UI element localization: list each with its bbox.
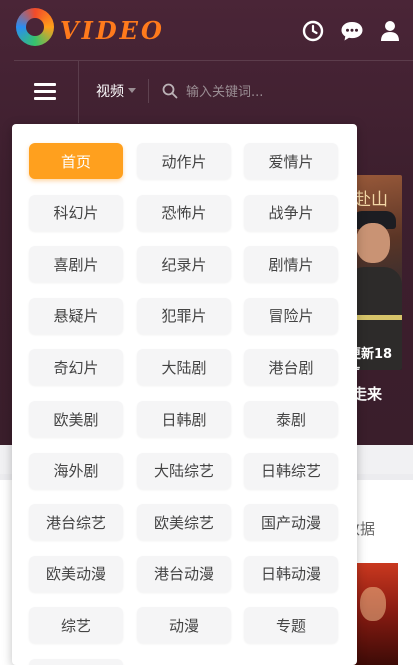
category-item[interactable]: 悬疑片 [29, 297, 123, 334]
chevron-down-icon [128, 88, 136, 93]
category-item[interactable]: 大陆综艺 [137, 452, 231, 489]
video-thumbnail[interactable] [352, 563, 398, 665]
category-item[interactable]: 港台剧 [244, 349, 338, 386]
search-icon[interactable] [162, 83, 178, 99]
category-item[interactable]: 港台综艺 [29, 504, 123, 541]
category-item[interactable]: 战争片 [244, 194, 338, 231]
category-item[interactable]: 纪录片 [137, 246, 231, 283]
category-item[interactable]: 专题 [244, 607, 338, 644]
category-item[interactable]: 犯罪片 [137, 297, 231, 334]
nav-bar: 视频 [14, 60, 413, 123]
category-item[interactable]: 日韩剧 [137, 401, 231, 437]
category-item[interactable]: 日韩综艺 [244, 452, 338, 489]
category-item[interactable]: 动作片 [137, 143, 231, 179]
category-item[interactable]: 国产动漫 [244, 504, 338, 541]
menu-icon [34, 97, 56, 100]
category-item[interactable]: 港台动漫 [137, 555, 231, 592]
category-item[interactable]: 爱情片 [244, 143, 338, 179]
category-item[interactable]: 喜剧片 [29, 246, 123, 283]
category-item[interactable]: 泰剧 [244, 401, 338, 437]
menu-icon [34, 83, 56, 86]
site-logo[interactable]: VIDEO [16, 8, 162, 48]
menu-icon [34, 90, 56, 93]
category-item[interactable]: 科幻片 [29, 194, 123, 231]
category-item[interactable]: 海外剧 [29, 452, 123, 489]
logo-mark-icon [16, 8, 54, 46]
category-item[interactable]: 剧情片 [244, 246, 338, 283]
menu-button[interactable] [14, 61, 79, 123]
category-item[interactable]: 动漫 [137, 607, 231, 644]
divider [148, 79, 149, 103]
category-item[interactable]: 欧美动漫 [29, 555, 123, 592]
category-item[interactable]: 恐怖片 [137, 194, 231, 231]
logo-text: VIDEO [60, 16, 165, 45]
history-icon[interactable] [302, 20, 324, 42]
category-item[interactable]: 奇幻片 [29, 349, 123, 386]
category-item[interactable] [29, 659, 123, 665]
poster-figure [356, 223, 390, 263]
category-item[interactable]: 综艺 [29, 607, 123, 644]
message-icon[interactable] [340, 20, 364, 42]
category-item[interactable]: 日韩动漫 [244, 555, 338, 592]
category-menu: 首页 动作片 爱情片 科幻片 恐怖片 战争片 喜剧片 纪录片 剧情片 悬疑片 犯罪片 冒险片 奇幻片 大陆… [12, 124, 357, 665]
channel-select[interactable]: 视频 [96, 81, 124, 101]
category-item[interactable]: 欧美剧 [29, 401, 123, 437]
category-item[interactable]: 冒险片 [244, 297, 338, 334]
category-item[interactable]: 首页 [29, 143, 123, 179]
category-item[interactable]: 欧美综艺 [137, 504, 231, 541]
user-icon[interactable] [380, 20, 400, 42]
category-item[interactable]: 大陆剧 [137, 349, 231, 386]
search-input[interactable] [184, 77, 408, 107]
